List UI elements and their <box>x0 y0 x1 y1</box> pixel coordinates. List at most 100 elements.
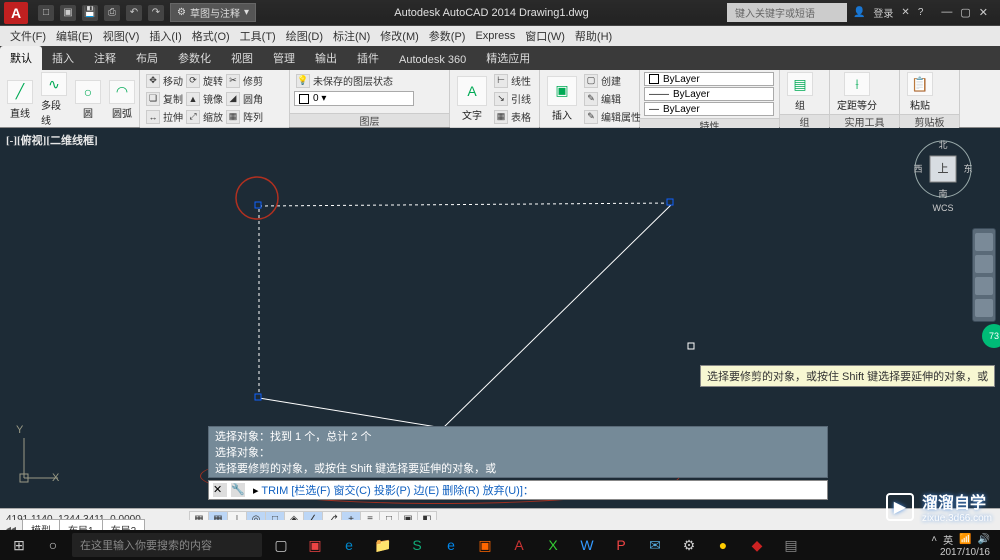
tool-copy[interactable]: ❏复制 ▲镜像 ◢圆角 <box>144 90 265 107</box>
panel-title-util: 实用工具 <box>830 114 899 128</box>
qat-save[interactable]: 💾 <box>82 5 98 21</box>
taskview-icon[interactable]: ▢ <box>266 533 296 557</box>
tb-app[interactable]: ▣ <box>300 533 330 557</box>
tb-app[interactable]: 📁 <box>368 533 398 557</box>
minimize-button[interactable]: — <box>941 6 952 19</box>
menu-tools[interactable]: 工具(T) <box>236 26 280 46</box>
tool-create-block[interactable]: ▢创建 <box>582 72 643 89</box>
tb-app[interactable]: A <box>504 533 534 557</box>
cmd-close-icon[interactable]: ✕ <box>213 483 227 497</box>
menu-window[interactable]: 窗口(W) <box>521 26 569 46</box>
drawing-canvas[interactable]: [-][俯视][二维线框] Y X 上 北 南 西 东 <box>0 128 1000 508</box>
signin-link[interactable]: 登录 <box>873 5 893 20</box>
nav-orbit-icon[interactable] <box>975 299 993 317</box>
tb-app[interactable]: ▤ <box>776 533 806 557</box>
tb-app[interactable]: S <box>402 533 432 557</box>
color-selector[interactable]: ByLayer <box>644 72 774 86</box>
viewcube[interactable]: 上 北 南 西 东 WCS <box>912 138 974 200</box>
search-input[interactable]: 键入关键字或短语 <box>727 3 847 22</box>
tool-insert-block[interactable]: ▣插入 <box>544 76 580 122</box>
menu-file[interactable]: 文件(F) <box>6 26 50 46</box>
tray-volume-icon[interactable]: 🔊 <box>978 534 990 545</box>
tool-line[interactable]: ╱直线 <box>4 80 36 120</box>
svg-text:北: 北 <box>938 140 947 150</box>
clock-date[interactable]: 2017/10/16 <box>940 547 990 558</box>
tool-measure[interactable]: ⟊定距等分 <box>834 72 880 112</box>
tool-editattr[interactable]: ✎编辑属性 <box>582 108 643 125</box>
tb-app[interactable]: ● <box>708 533 738 557</box>
start-button[interactable]: ⊞ <box>4 533 34 557</box>
nav-pan-icon[interactable] <box>975 255 993 273</box>
tool-text[interactable]: A文字 <box>454 76 490 122</box>
tab-manage[interactable]: 管理 <box>263 46 305 70</box>
tb-app[interactable]: ✉ <box>640 533 670 557</box>
tb-app[interactable]: W <box>572 533 602 557</box>
help-icon[interactable]: ? <box>918 7 924 18</box>
layer-state[interactable]: 💡未保存的图层状态 <box>294 72 395 89</box>
tb-app[interactable]: e <box>436 533 466 557</box>
tab-annotate[interactable]: 注释 <box>84 46 126 70</box>
tray-network-icon[interactable]: 📶 <box>959 534 971 545</box>
cmd-wrench-icon[interactable]: 🔧 <box>231 483 245 497</box>
tool-polyline[interactable]: ∿多段线 <box>38 72 70 127</box>
app-logo[interactable]: A <box>4 2 28 24</box>
tab-view[interactable]: 视图 <box>221 46 263 70</box>
qat-undo[interactable]: ↶ <box>126 5 142 21</box>
tb-app[interactable]: e <box>334 533 364 557</box>
tray-up-icon[interactable]: ˄ <box>931 534 937 545</box>
tab-output[interactable]: 输出 <box>305 46 347 70</box>
close-button[interactable]: ✕ <box>979 6 988 19</box>
menu-express[interactable]: Express <box>471 28 519 44</box>
menu-modify[interactable]: 修改(M) <box>376 26 423 46</box>
tab-featured[interactable]: 精选应用 <box>476 46 540 70</box>
tool-linear[interactable]: ⊢线性 <box>492 72 533 89</box>
tab-plugins[interactable]: 插件 <box>347 46 389 70</box>
menu-help[interactable]: 帮助(H) <box>571 26 616 46</box>
tab-default[interactable]: 默认 <box>0 46 42 70</box>
workspace-selector[interactable]: ⚙ 草图与注释 ▾ <box>170 3 256 22</box>
qat-open[interactable]: ▣ <box>60 5 76 21</box>
tab-insert[interactable]: 插入 <box>42 46 84 70</box>
tb-app[interactable]: ▣ <box>470 533 500 557</box>
menu-view[interactable]: 视图(V) <box>99 26 144 46</box>
tb-app[interactable]: ◆ <box>742 533 772 557</box>
navigation-bar[interactable] <box>972 228 996 322</box>
tool-group[interactable]: ▤组 <box>784 72 816 112</box>
menu-edit[interactable]: 编辑(E) <box>52 26 97 46</box>
maximize-button[interactable]: ▢ <box>960 6 970 19</box>
command-line[interactable]: ✕ 🔧 ▸ TRIM [栏选(F) 窗交(C) 投影(P) 边(E) 删除(R)… <box>208 480 828 500</box>
qat-new[interactable]: □ <box>38 5 54 21</box>
qat-redo[interactable]: ↷ <box>148 5 164 21</box>
tab-a360[interactable]: Autodesk 360 <box>389 50 476 70</box>
lineweight-selector[interactable]: —— ByLayer <box>644 87 774 101</box>
menu-draw[interactable]: 绘图(D) <box>282 26 327 46</box>
menu-dim[interactable]: 标注(N) <box>329 26 374 46</box>
tool-circle[interactable]: ○圆 <box>72 80 104 120</box>
tool-edit-block[interactable]: ✎编辑 <box>582 90 643 107</box>
layer-selector[interactable]: 0 ▾ <box>294 91 414 106</box>
menu-insert[interactable]: 插入(I) <box>145 26 185 46</box>
tool-arc[interactable]: ◠圆弧 <box>106 80 138 120</box>
tb-app[interactable]: X <box>538 533 568 557</box>
qat-print[interactable]: ⎙ <box>104 5 120 21</box>
tool-stretch[interactable]: ↔拉伸 ⤢缩放 ▦阵列 <box>144 108 265 125</box>
wcs-label[interactable]: WCS <box>912 203 974 213</box>
tool-paste[interactable]: 📋粘贴 <box>904 72 936 112</box>
exchange-icon[interactable]: ✕ <box>901 7 909 18</box>
menu-format[interactable]: 格式(O) <box>188 26 234 46</box>
tray-ime[interactable]: 英 <box>943 532 953 547</box>
notification-badge[interactable]: 73 <box>982 324 1000 348</box>
tool-table[interactable]: ▦表格 <box>492 108 533 125</box>
tb-app[interactable]: P <box>606 533 636 557</box>
tool-leader[interactable]: ↘引线 <box>492 90 533 107</box>
nav-zoom-icon[interactable] <box>975 277 993 295</box>
nav-wheel-icon[interactable] <box>975 233 993 251</box>
tab-parametric[interactable]: 参数化 <box>168 46 221 70</box>
taskbar-search[interactable]: 在这里输入你要搜索的内容 <box>72 533 262 557</box>
cortana-icon[interactable]: ○ <box>38 533 68 557</box>
tab-layout[interactable]: 布局 <box>126 46 168 70</box>
tb-app[interactable]: ⚙ <box>674 533 704 557</box>
linetype-selector[interactable]: — ByLayer <box>644 102 774 116</box>
menu-param[interactable]: 参数(P) <box>425 26 470 46</box>
tool-move[interactable]: ✥移动 ⟳旋转 ✂修剪 <box>144 72 265 89</box>
